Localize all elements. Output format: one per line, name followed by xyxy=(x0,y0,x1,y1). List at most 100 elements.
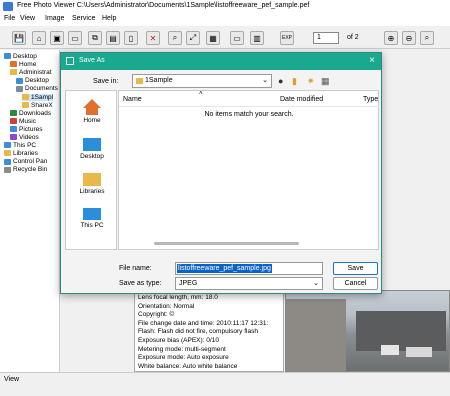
exif-line: White balance: Auto white balance xyxy=(138,362,238,370)
cancel-button[interactable]: Cancel xyxy=(333,277,378,290)
desktop-icon xyxy=(83,138,101,151)
place-libraries[interactable]: Libraries xyxy=(68,173,116,195)
tree-item-label: Videos xyxy=(19,134,39,141)
chevron-down-icon: ⌄ xyxy=(262,77,268,84)
page-number-input[interactable]: 1 xyxy=(313,32,339,44)
column-name[interactable]: Name xyxy=(123,96,142,103)
home-icon xyxy=(83,99,101,108)
file-name-label: File name: xyxy=(119,265,152,272)
view-mode-icon[interactable]: ▥ xyxy=(250,31,264,45)
back-icon[interactable]: ● xyxy=(278,76,283,86)
menu-bar: File View Image Service Help xyxy=(0,13,450,26)
new-folder-icon[interactable]: ✷ xyxy=(307,76,315,87)
tree-item[interactable]: Control Pan xyxy=(4,158,47,165)
header-divider xyxy=(119,106,379,107)
horizontal-scrollbar[interactable] xyxy=(154,242,299,245)
empty-message: No items match your search. xyxy=(204,111,294,118)
folder-icon[interactable]: ▭ xyxy=(230,31,244,45)
tree-item-label: Documents xyxy=(25,85,58,93)
exif-line: Orientation: Normal xyxy=(138,302,195,310)
folder-icon xyxy=(16,85,23,92)
folder-icon xyxy=(10,69,17,76)
folder-tree[interactable]: Desktop Home Administrat Desktop Documents 1S… xyxy=(0,50,60,372)
tree-item[interactable]: Downloads xyxy=(10,110,51,117)
menu-view[interactable]: View xyxy=(20,15,35,22)
search-icon[interactable]: ⌕ xyxy=(168,31,182,45)
image-icon[interactable]: ▣ xyxy=(50,31,64,45)
zoom-icon[interactable]: ⌕ xyxy=(420,31,434,45)
paste-icon[interactable]: ▤ xyxy=(106,31,120,45)
view-menu-icon[interactable]: ▦ xyxy=(321,76,330,87)
fit-icon[interactable]: ⤢ xyxy=(186,31,200,45)
file-name-value: listoffreeware_pef_sample.jpg xyxy=(177,264,272,273)
column-type[interactable]: Type xyxy=(363,96,378,103)
delete-icon[interactable]: ✕ xyxy=(146,31,160,45)
exif-line: Lens focal length, mm: 18.0 xyxy=(138,294,218,301)
app-icon xyxy=(3,2,13,11)
place-this-pc-label: This PC xyxy=(80,222,104,229)
tree-item[interactable]: 1Sampl xyxy=(22,93,54,101)
zoom-in-icon[interactable]: ⊕ xyxy=(384,31,398,45)
tree-item[interactable]: Music xyxy=(10,118,36,125)
document-icon[interactable]: ▯ xyxy=(124,31,138,45)
tree-item-label: Recycle Bin xyxy=(13,166,48,174)
tree-item[interactable]: Libraries xyxy=(4,150,38,157)
folder-icon xyxy=(4,53,11,60)
tree-item[interactable]: Recycle Bin xyxy=(4,166,47,173)
place-desktop[interactable]: Desktop xyxy=(68,138,116,160)
exif-line: Metering mode: multi-segment xyxy=(138,345,226,353)
folder-icon xyxy=(10,118,17,125)
menu-help[interactable]: Help xyxy=(102,15,116,22)
tree-item[interactable]: Desktop xyxy=(16,77,49,84)
status-bar xyxy=(0,372,450,396)
file-name-input[interactable]: listoffreeware_pef_sample.jpg xyxy=(175,262,323,275)
save-button[interactable]: Save xyxy=(333,262,378,275)
page-icon[interactable]: ▭ xyxy=(68,31,82,45)
tree-item-label: ShareX xyxy=(31,101,53,109)
menu-image[interactable]: Image xyxy=(45,15,64,22)
zoom-out-icon[interactable]: ⊖ xyxy=(402,31,416,45)
save-icon[interactable]: 💾 xyxy=(12,31,26,45)
tree-item[interactable]: Desktop xyxy=(4,53,37,60)
sort-arrow-icon: ˄ xyxy=(199,91,203,97)
home-icon[interactable]: ⌂ xyxy=(32,31,46,45)
place-home-label: Home xyxy=(83,117,101,124)
folder-icon xyxy=(4,158,11,165)
save-in-label: Save in: xyxy=(93,78,119,85)
status-text: View xyxy=(4,376,20,383)
folder-icon xyxy=(10,134,17,141)
grid-icon[interactable]: ▦ xyxy=(206,31,220,45)
export-icon[interactable]: EXP xyxy=(280,31,294,45)
up-folder-icon[interactable]: ▮ xyxy=(292,76,297,87)
exif-line: File change date and time: 2010:11:17 12… xyxy=(138,319,269,327)
folder-icon xyxy=(22,93,29,100)
chevron-down-icon: ⌄ xyxy=(313,280,319,287)
menu-file[interactable]: File xyxy=(4,15,15,22)
tree-item[interactable]: Home xyxy=(10,61,36,68)
tree-item[interactable]: Pictures xyxy=(10,126,42,133)
save-as-dialog: Save As × Save in: 1Sample ⌄ ● ▮ ✷ ▦ Hom… xyxy=(60,52,382,294)
tree-item[interactable]: ShareX xyxy=(22,102,53,109)
tree-item-label: Administrat xyxy=(19,69,52,77)
place-this-pc[interactable]: This PC xyxy=(68,208,116,229)
dialog-icon xyxy=(66,57,74,65)
close-icon[interactable]: × xyxy=(369,55,375,66)
menu-service[interactable]: Service xyxy=(72,15,95,22)
exif-line: Exposure mode: Auto exposure xyxy=(138,354,229,362)
toolbar: 💾 ⌂ ▣ ▭ ⧉ ▤ ▯ ✕ ⌕ ⤢ ▦ ▭ ▥ EXP ⊕ ⊖ ⌕ xyxy=(0,27,450,49)
tree-item[interactable]: This PC xyxy=(4,142,36,149)
tree-item[interactable]: Videos xyxy=(10,134,39,141)
tree-item[interactable]: Documents xyxy=(16,85,58,92)
place-home[interactable]: Home xyxy=(68,99,116,124)
copy-icon[interactable]: ⧉ xyxy=(88,31,102,45)
tree-item-label: Libraries xyxy=(13,150,38,158)
tree-item[interactable]: Administrat xyxy=(10,69,52,76)
save-as-type-select[interactable]: JPEG ⌄ xyxy=(175,277,323,290)
save-as-type-value: JPEG xyxy=(179,280,198,287)
tree-item-label: 1Sampl xyxy=(31,93,54,101)
save-in-select[interactable]: 1Sample ⌄ xyxy=(132,74,272,88)
file-list[interactable]: Name ˄ Date modified Type No items match… xyxy=(118,90,379,250)
column-date-modified[interactable]: Date modified xyxy=(280,96,323,103)
save-in-value: 1Sample xyxy=(145,77,173,84)
folder-icon xyxy=(10,126,17,133)
